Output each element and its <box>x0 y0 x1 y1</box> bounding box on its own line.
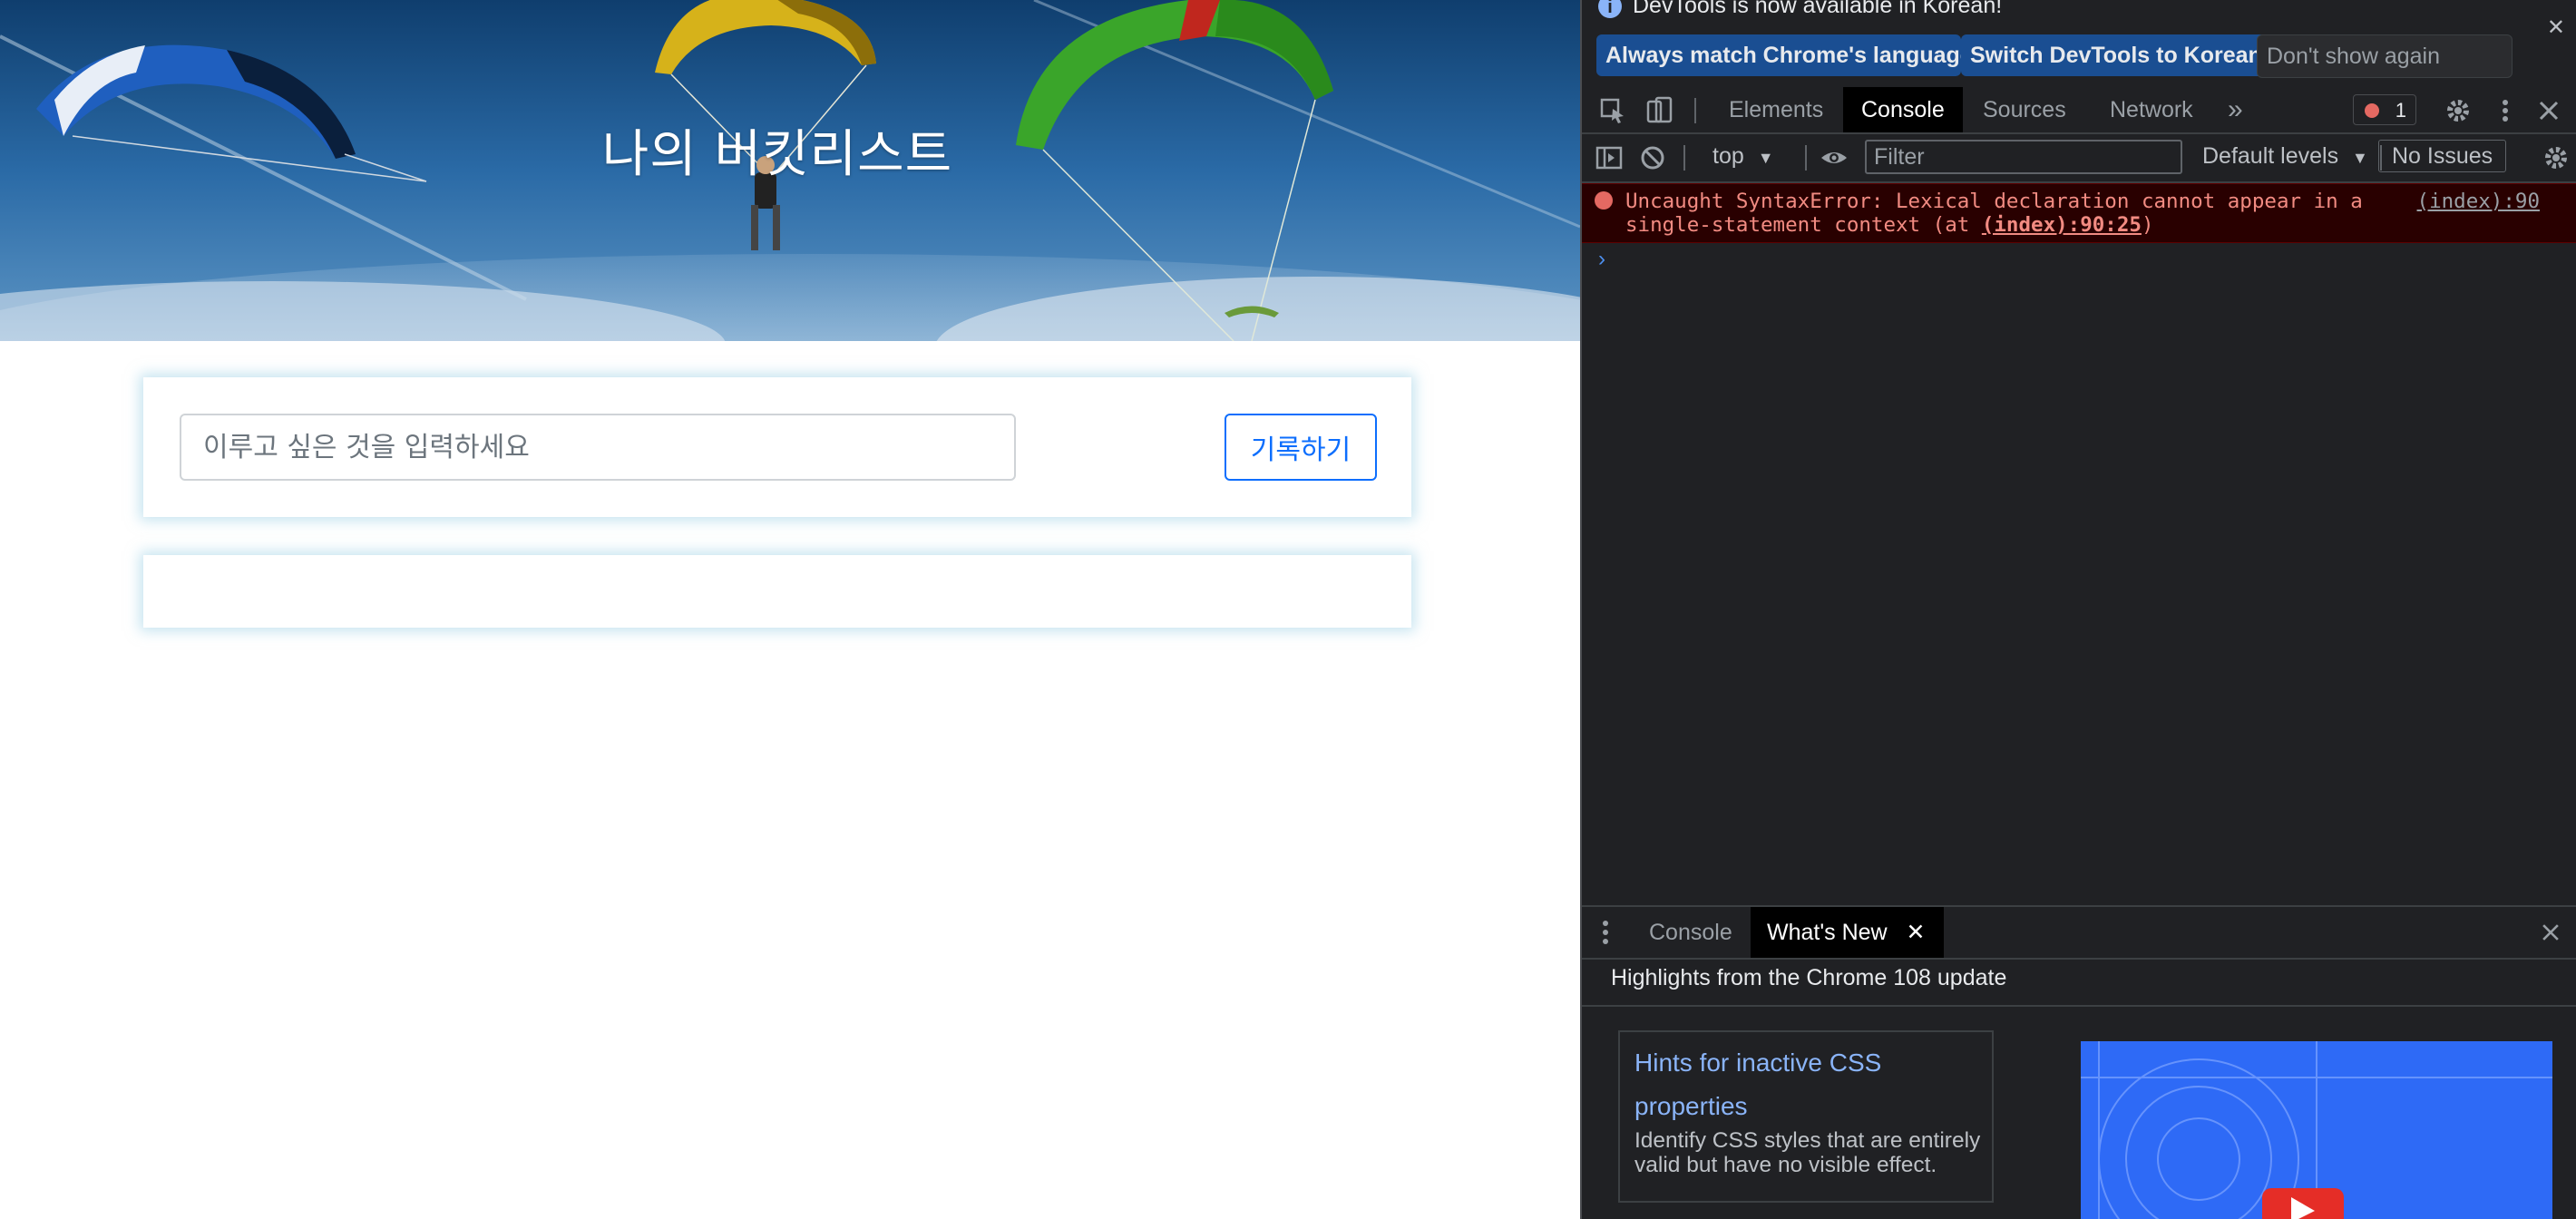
drawer-menu-icon[interactable] <box>1596 918 1615 947</box>
drawer-tab-whats-new-label: What's New <box>1767 920 1888 945</box>
infobar-message: DevTools is now available in Korean! <box>1633 0 2003 18</box>
hero-banner: 나의 버킷리스트 <box>0 0 1580 341</box>
console-toolbar: top ▼ Default levels ▼ No Issues <box>1582 134 2576 183</box>
switch-to-korean-button[interactable]: Switch DevTools to Korean <box>1961 34 2266 76</box>
error-count-badge[interactable]: 1 <box>2353 94 2416 125</box>
tab-network[interactable]: Network <box>2110 87 2193 132</box>
error-icon <box>1595 191 1613 210</box>
divider <box>1694 98 1696 123</box>
log-levels-dropdown[interactable]: Default levels ▼ <box>2202 143 2368 170</box>
close-icon[interactable]: ✕ <box>2547 15 2565 41</box>
dont-show-again-button[interactable]: Don't show again <box>2257 34 2513 78</box>
tab-console[interactable]: Console <box>1843 87 1963 132</box>
device-toolbar-icon[interactable] <box>1645 96 1674 125</box>
show-sidebar-icon[interactable] <box>1595 143 1624 172</box>
drawer-tab-console[interactable]: Console <box>1649 907 1732 958</box>
info-icon: i <box>1598 0 1622 18</box>
close-devtools-icon[interactable] <box>2534 96 2563 125</box>
whats-new-panel: Highlights from the Chrome 108 update Hi… <box>1582 958 2576 1219</box>
more-tabs-icon[interactable]: » <box>2228 87 2243 132</box>
console-filter-input[interactable] <box>1865 140 2182 174</box>
devtools-tabbar: Elements Console Sources Network » 1 <box>1582 87 2576 134</box>
settings-gear-icon[interactable] <box>2444 96 2473 125</box>
more-options-icon[interactable] <box>2491 96 2520 125</box>
chevron-down-icon: ▼ <box>2352 149 2368 167</box>
console-settings-gear-icon[interactable] <box>2542 143 2571 172</box>
feature-card-title[interactable]: Hints for inactive CSS properties <box>1634 1041 1979 1128</box>
error-icon <box>2365 103 2379 118</box>
bucket-list-card <box>143 555 1411 628</box>
error-text-line2-prefix: single-statement context (at <box>1625 213 1982 237</box>
chevron-down-icon: ▼ <box>1757 149 1774 167</box>
console-error-message: Uncaught SyntaxError: Lexical declaratio… <box>1582 183 2576 243</box>
error-text: Uncaught SyntaxError: Lexical declaratio… <box>1625 190 2378 237</box>
devtools-panel: i DevTools is now available in Korean! ✕… <box>1580 0 2576 1219</box>
log-levels-label: Default levels <box>2202 143 2339 169</box>
chrome-update-video-image <box>2081 1041 2552 1219</box>
context-label: top <box>1712 143 1744 169</box>
error-text-line2-suffix: ) <box>2141 213 2154 237</box>
divider <box>1582 1005 2576 1007</box>
always-match-language-button[interactable]: Always match Chrome's language <box>1596 34 1973 76</box>
error-count: 1 <box>2395 99 2406 122</box>
tab-sources[interactable]: Sources <box>1983 87 2066 132</box>
goal-form-card: 기록하기 <box>143 377 1411 517</box>
feature-card[interactable]: Hints for inactive CSS properties Identi… <box>1618 1030 1994 1203</box>
whats-new-heading: Highlights from the Chrome 108 update <box>1611 965 2007 990</box>
divider <box>1805 145 1807 171</box>
error-source-link[interactable]: (index):90 <box>2417 190 2540 213</box>
page-title: 나의 버킷리스트 <box>601 125 953 184</box>
close-tab-icon[interactable]: ✕ <box>1907 920 1926 945</box>
issues-button[interactable]: No Issues <box>2378 140 2507 172</box>
drawer-tab-whats-new[interactable]: What's New ✕ <box>1751 907 1944 958</box>
context-selector[interactable]: top ▼ <box>1712 143 1774 170</box>
drawer-tabbar: Console What's New ✕ <box>1582 905 2576 960</box>
web-page: 나의 버킷리스트 기록하기 <box>0 0 1580 1219</box>
language-infobar: i DevTools is now available in Korean! ✕… <box>1582 0 2576 82</box>
inspect-element-icon[interactable] <box>1598 96 1627 125</box>
live-expression-eye-icon[interactable] <box>1820 143 1849 172</box>
tab-elements[interactable]: Elements <box>1729 87 1823 132</box>
feature-card-description: Identify CSS styles that are entirely va… <box>1634 1128 1981 1177</box>
error-text-line1: Uncaught SyntaxError: Lexical declaratio… <box>1625 190 2363 213</box>
console-prompt[interactable]: › <box>1598 247 1605 272</box>
video-thumbnail[interactable] <box>2081 1041 2552 1219</box>
clear-console-icon[interactable] <box>1638 143 1667 172</box>
divider <box>1683 145 1685 171</box>
close-drawer-icon[interactable] <box>2538 920 2563 945</box>
save-button[interactable]: 기록하기 <box>1225 414 1377 481</box>
goal-input[interactable] <box>180 414 1016 481</box>
error-location-link[interactable]: (index):90:25 <box>1982 213 2142 237</box>
